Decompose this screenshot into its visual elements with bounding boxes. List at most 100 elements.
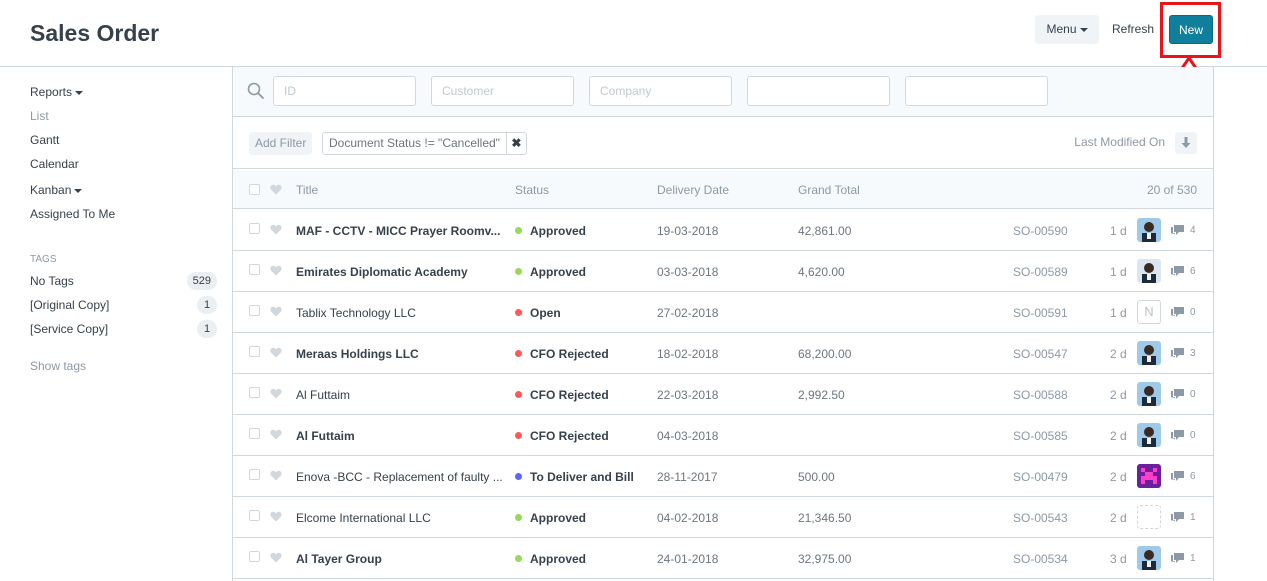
company-filter-input[interactable] bbox=[589, 76, 732, 106]
row-title[interactable]: Al Futtaim bbox=[296, 388, 506, 402]
sidebar-item-kanban[interactable]: Kanban bbox=[30, 183, 83, 197]
heart-icon[interactable] bbox=[270, 511, 282, 522]
filter-input-5[interactable] bbox=[905, 76, 1048, 106]
sort-selector[interactable]: Last Modified On bbox=[1074, 135, 1165, 149]
assignee-avatar-empty[interactable] bbox=[1137, 505, 1161, 529]
row-checkbox[interactable] bbox=[249, 428, 260, 439]
row-grand-total: 21,346.50 bbox=[798, 511, 852, 525]
list-row[interactable]: Al Futtaim CFO Rejected 22-03-2018 2,992.50… bbox=[233, 374, 1213, 415]
heart-icon[interactable] bbox=[270, 552, 282, 563]
menu-button[interactable]: Menu bbox=[1035, 15, 1099, 44]
row-id: SO-00534 bbox=[1013, 552, 1068, 566]
row-title[interactable]: Al Futtaim bbox=[296, 429, 506, 443]
sort-order-button[interactable] bbox=[1175, 132, 1197, 154]
heart-icon[interactable] bbox=[270, 224, 282, 235]
comment-count: 4 bbox=[1170, 224, 1196, 237]
row-modified: 1 d bbox=[1110, 224, 1127, 238]
column-header-grand-total: Grand Total bbox=[798, 183, 860, 197]
filter-tag-label: Document Status != "Cancelled" bbox=[329, 136, 500, 150]
row-title[interactable]: MAF - CCTV - MICC Prayer Roomv... bbox=[296, 224, 506, 238]
sidebar-item-gantt[interactable]: Gantt bbox=[30, 133, 59, 147]
row-checkbox[interactable] bbox=[249, 223, 260, 234]
comment-count-value: 0 bbox=[1190, 389, 1196, 400]
heart-icon[interactable] bbox=[270, 470, 282, 481]
status-indicator-dot bbox=[515, 473, 522, 480]
sidebar-item-list[interactable]: List bbox=[30, 109, 49, 123]
avatar[interactable] bbox=[1137, 546, 1161, 570]
row-delivery-date: 19-03-2018 bbox=[657, 224, 719, 238]
heart-icon[interactable] bbox=[270, 347, 282, 358]
row-checkbox[interactable] bbox=[249, 387, 260, 398]
avatar[interactable] bbox=[1137, 218, 1161, 242]
row-title[interactable]: Enova -BCC - Replacement of faulty ... bbox=[296, 470, 506, 484]
comment-count: 6 bbox=[1170, 470, 1196, 483]
filter-row: Add Filter Document Status != "Cancelled… bbox=[233, 118, 1213, 169]
status-label: Approved bbox=[530, 552, 587, 566]
row-checkbox[interactable] bbox=[249, 551, 260, 562]
active-filter-tag[interactable]: Document Status != "Cancelled" ✖ bbox=[322, 132, 527, 155]
tag-label: [Service Copy] bbox=[30, 322, 109, 336]
avatar[interactable] bbox=[1137, 382, 1161, 406]
list-row[interactable]: Meraas Holdings LLC CFO Rejected 18-02-201… bbox=[233, 333, 1213, 374]
row-title[interactable]: Tablix Technology LLC bbox=[296, 306, 506, 320]
heart-icon[interactable] bbox=[270, 388, 282, 399]
row-checkbox[interactable] bbox=[249, 469, 260, 480]
row-checkbox[interactable] bbox=[249, 305, 260, 316]
comment-count: 6 bbox=[1170, 265, 1196, 278]
row-checkbox[interactable] bbox=[249, 510, 260, 521]
heart-icon[interactable] bbox=[270, 184, 282, 195]
status-indicator-dot bbox=[515, 432, 522, 439]
row-title[interactable]: Emirates Diplomatic Academy bbox=[296, 265, 506, 279]
row-checkbox[interactable] bbox=[249, 264, 260, 275]
avatar[interactable] bbox=[1137, 259, 1161, 283]
avatar[interactable] bbox=[1137, 464, 1161, 488]
sidebar-tag-service-copy[interactable]: [Service Copy] bbox=[30, 322, 108, 336]
standard-filter-bar bbox=[233, 67, 1213, 117]
heart-icon[interactable] bbox=[270, 429, 282, 440]
avatar[interactable] bbox=[1137, 341, 1161, 365]
customer-filter-input[interactable] bbox=[431, 76, 574, 106]
comment-icon bbox=[1171, 348, 1184, 358]
row-modified: 2 d bbox=[1110, 347, 1127, 361]
caret-down-icon bbox=[74, 188, 83, 193]
heart-icon[interactable] bbox=[270, 265, 282, 276]
comment-count-value: 4 bbox=[1190, 225, 1196, 236]
row-title[interactable]: Al Tayer Group bbox=[296, 552, 506, 566]
avatar[interactable]: N bbox=[1137, 300, 1161, 324]
show-tags-link[interactable]: Show tags bbox=[30, 359, 86, 373]
list-row[interactable]: Enova -BCC - Replacement of faulty ... To… bbox=[233, 456, 1213, 497]
list-row[interactable]: Al Futtaim CFO Rejected 04-03-2018 SO-00585… bbox=[233, 415, 1213, 456]
row-delivery-date: 22-03-2018 bbox=[657, 388, 719, 402]
row-grand-total: 42,861.00 bbox=[798, 224, 852, 238]
highlight-box-annotation bbox=[1160, 2, 1221, 58]
filter-input-4[interactable] bbox=[747, 76, 890, 106]
row-title[interactable]: Elcome International LLC bbox=[296, 511, 506, 525]
list-row[interactable]: MAF - CCTV - MICC Prayer Roomv... Approve… bbox=[233, 210, 1213, 251]
row-status: To Deliver and Bill bbox=[515, 470, 634, 484]
select-all-checkbox[interactable] bbox=[249, 184, 260, 195]
sidebar-item-assigned-to-me[interactable]: Assigned To Me bbox=[30, 207, 115, 221]
row-status: CFO Rejected bbox=[515, 347, 609, 361]
list-row[interactable]: Al Tayer Group Approved 24-01-2018 32,975.0… bbox=[233, 538, 1213, 579]
refresh-button[interactable]: Refresh bbox=[1105, 15, 1161, 44]
page-title: Sales Order bbox=[30, 20, 160, 46]
tag-count-badge: 529 bbox=[186, 272, 217, 290]
search-icon bbox=[247, 82, 264, 99]
add-filter-button[interactable]: Add Filter bbox=[249, 132, 313, 155]
avatar[interactable] bbox=[1137, 423, 1161, 447]
row-checkbox[interactable] bbox=[249, 346, 260, 357]
list-row[interactable]: Elcome International LLC Approved 04-02-20… bbox=[233, 497, 1213, 538]
comment-count-value: 0 bbox=[1190, 307, 1196, 318]
remove-filter-icon[interactable]: ✖ bbox=[505, 133, 526, 154]
heart-icon[interactable] bbox=[270, 306, 282, 317]
id-filter-input[interactable] bbox=[273, 76, 416, 106]
list-row[interactable]: Tablix Technology LLC Open 27-02-2018 SO-00… bbox=[233, 292, 1213, 333]
status-indicator-dot bbox=[515, 268, 522, 275]
list-row[interactable]: Emirates Diplomatic Academy Approved 03-03… bbox=[233, 251, 1213, 292]
sidebar-item-calendar[interactable]: Calendar bbox=[30, 157, 79, 171]
comment-icon bbox=[1171, 553, 1184, 563]
sidebar-item-reports[interactable]: Reports bbox=[30, 85, 84, 99]
row-id: SO-00547 bbox=[1013, 347, 1068, 361]
row-title[interactable]: Meraas Holdings LLC bbox=[296, 347, 506, 361]
sidebar-tag-original-copy[interactable]: [Original Copy] bbox=[30, 298, 109, 312]
